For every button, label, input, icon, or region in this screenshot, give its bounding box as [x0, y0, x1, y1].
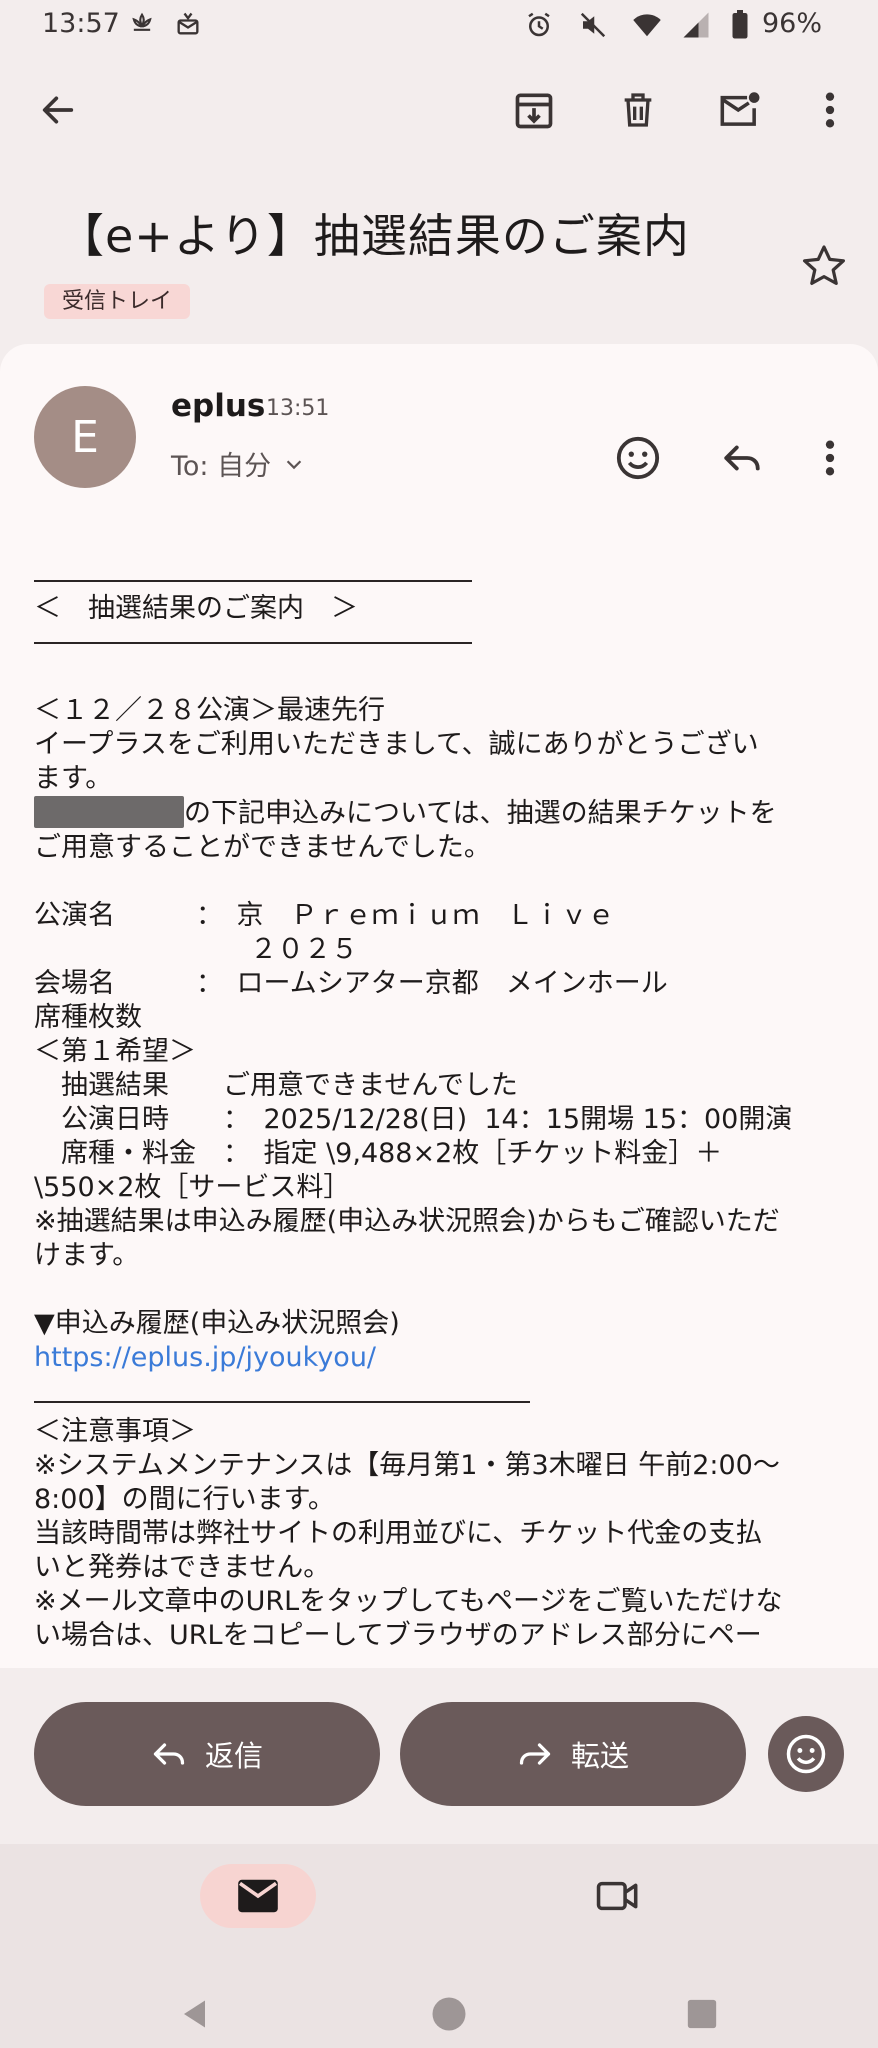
system-home-icon[interactable]: [429, 1994, 469, 2034]
status-time: 13:57: [42, 8, 120, 39]
body-line: 当該時間帯は弊社サイトの利用並びに、チケット代金の支払: [34, 1518, 763, 1549]
recipient-text: To: 自分: [171, 451, 272, 482]
battery-icon: [730, 10, 750, 44]
status-bar: 13:57 96%: [0, 0, 878, 52]
emoji-reaction-button[interactable]: [768, 1716, 844, 1792]
body-line: 公演名 ： 京 Ｐｒｅｍｉｕｍ Ｌｉｖｅ: [34, 900, 615, 931]
battery-percentage: 96%: [762, 8, 823, 39]
nav-meet[interactable]: [560, 1864, 676, 1928]
system-back-icon[interactable]: [176, 1994, 216, 2034]
body-line: イープラスをご利用いただきまして、誠にありがとうござい: [34, 729, 759, 760]
body-line: 8:00】の間に行います。: [34, 1484, 335, 1515]
action-bar: 返信 転送: [0, 1668, 878, 1844]
body-line: 席種枚数: [34, 1002, 142, 1033]
email-body: ＜ 抽選結果のご案内 ＞ ＜１２／２８公演＞最速先行 イープラスをご利用いただき…: [34, 554, 846, 1653]
bottom-navigation: [0, 1844, 878, 2048]
sender-name: eplus: [171, 388, 266, 424]
email-card: E eplus 13:51 To: 自分 ＜ 抽選結果のご案内 ＞ ＜１２／２８…: [0, 344, 878, 1669]
body-line: ＜第１希望＞: [34, 1036, 196, 1067]
body-line: ※抽選結果は申込み履歴(申込み状況照会)からもご確認いただ: [34, 1206, 780, 1237]
body-line: いと発券はできません。: [34, 1552, 331, 1583]
recipient-details-toggle[interactable]: To: 自分: [171, 444, 305, 483]
reply-icon: [153, 1743, 185, 1765]
reply-icon[interactable]: [712, 428, 772, 488]
body-line: 会場名 ： ロームシアター京都 メインホール: [34, 968, 668, 999]
more-vert-icon[interactable]: [800, 80, 860, 140]
body-line: ご用意することができませんでした。: [34, 832, 491, 863]
redacted-block: [34, 796, 184, 828]
alarm-icon: [524, 10, 554, 44]
forward-button[interactable]: 転送: [400, 1702, 746, 1806]
inbox-label-chip[interactable]: 受信トレイ: [44, 284, 191, 319]
forward-label: 転送: [570, 1739, 629, 1773]
signal-icon: [680, 10, 712, 44]
body-line: ます。: [34, 763, 113, 794]
body-line: ＜注意事項＞: [34, 1416, 196, 1447]
email-subject: 【e+より】抽選結果のご案内: [58, 209, 690, 263]
star-icon[interactable]: [800, 242, 856, 298]
forward-icon: [519, 1743, 551, 1765]
body-line: ※システムメンテナンスは【毎月第1・第3木曜日 午前2:00～: [34, 1450, 780, 1481]
nav-mail[interactable]: [200, 1864, 316, 1928]
system-recents-icon[interactable]: [682, 1994, 722, 2034]
mute-icon: [578, 10, 608, 44]
back-arrow-icon[interactable]: [28, 80, 88, 140]
body-line: \550×2枚［サービス料］: [34, 1172, 351, 1203]
body-heading: ＜ 抽選結果のご案内 ＞: [34, 593, 358, 624]
delete-icon[interactable]: [608, 80, 668, 140]
body-line: けます。: [34, 1240, 140, 1271]
mail-icon: [238, 1879, 278, 1913]
body-line: い場合は、URLをコピーしてブラウザのアドレス部分にペー: [34, 1620, 762, 1651]
body-line: 席種・料金 ： 指定 \9,488×2枚［チケット料金］＋: [34, 1138, 723, 1169]
body-line: ▼申込み履歴(申込み状況照会): [34, 1308, 400, 1339]
wifi-icon: [630, 10, 664, 44]
body-line: ＜１２／２８公演＞最速先行: [34, 695, 385, 726]
chevron-down-icon: [286, 459, 302, 469]
archive-icon[interactable]: [504, 80, 564, 140]
mark-unread-icon[interactable]: [710, 80, 770, 140]
reply-button[interactable]: 返信: [34, 1702, 380, 1806]
top-app-bar: [0, 80, 878, 156]
avatar[interactable]: E: [34, 386, 136, 488]
reply-label: 返信: [204, 1739, 263, 1773]
body-line: の下記申込みについては、抽選の結果チケットを: [184, 798, 777, 829]
email-time: 13:51: [266, 396, 330, 421]
message-more-icon[interactable]: [800, 428, 860, 488]
add-reaction-icon[interactable]: [608, 428, 668, 488]
history-link[interactable]: https://eplus.jp/jyoukyou/: [34, 1341, 846, 1375]
body-line: ２０２５: [34, 934, 358, 965]
notification-icon: [174, 10, 202, 42]
video-icon: [596, 1881, 638, 1911]
body-line: 公演日時 ： 2025/12/28(日) 14：15開場 15：00開演: [34, 1104, 793, 1135]
flower-icon: [128, 10, 156, 42]
emoji-icon: [786, 1734, 826, 1774]
body-line: 抽選結果 ご用意できませんでした: [34, 1070, 518, 1101]
divider: [34, 580, 472, 582]
body-line: ※メール文章中のURLをタップしてもページをご覧いただけな: [34, 1586, 783, 1617]
